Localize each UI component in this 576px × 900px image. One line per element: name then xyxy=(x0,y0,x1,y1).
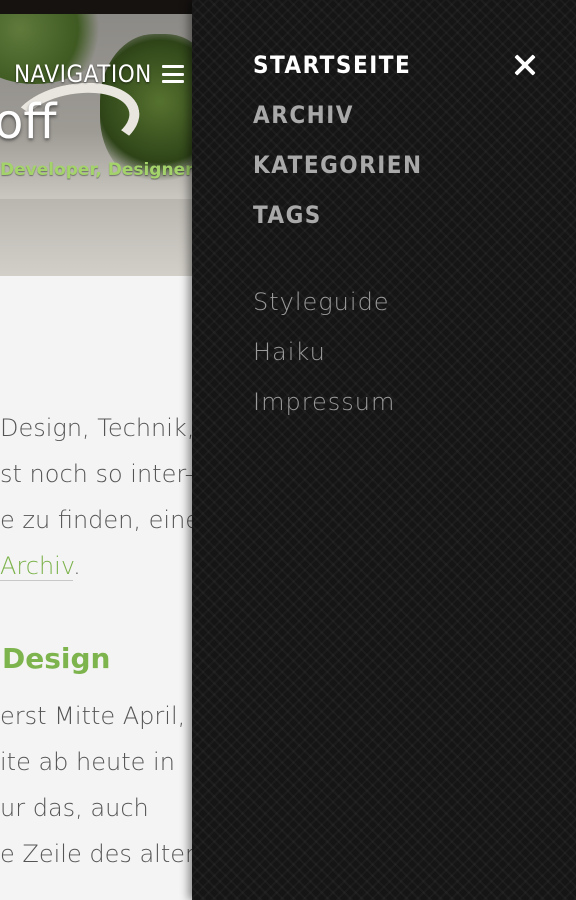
close-icon[interactable] xyxy=(514,54,536,76)
paragraph-line: e zu finden, eine xyxy=(0,506,192,534)
nav-item-impressum[interactable]: Impressum xyxy=(253,386,395,436)
top-bar xyxy=(0,0,192,14)
navigation-toggle[interactable]: NAVIGATION xyxy=(14,60,184,88)
paragraph-line: ur das, auch xyxy=(0,794,149,822)
secondary-nav: Styleguide Haiku Impressum xyxy=(253,286,395,436)
nav-item-haiku[interactable]: Haiku xyxy=(253,336,395,386)
nav-item-archiv[interactable]: ARCHIV xyxy=(253,100,423,150)
paragraph-line: st noch so inter- xyxy=(0,460,192,488)
hamburger-icon xyxy=(161,65,184,83)
header-image: NAVIGATION off Developer, Designer xyxy=(0,14,192,276)
main-content: Design, Technik, st noch so inter- e zu … xyxy=(0,276,192,900)
page-behind-drawer: NAVIGATION off Developer, Designer Desig… xyxy=(0,0,192,900)
navigation-drawer: STARTSEITE ARCHIV KATEGORIEN TAGS Styleg… xyxy=(192,0,576,900)
navigation-label: NAVIGATION xyxy=(14,60,152,88)
nav-item-kategorien[interactable]: KATEGORIEN xyxy=(253,150,423,200)
nav-item-startseite[interactable]: STARTSEITE xyxy=(253,50,423,100)
post-heading[interactable]: Design xyxy=(2,642,110,675)
paragraph-line: e Zeile des alten xyxy=(0,840,192,868)
archive-link[interactable]: Archiv xyxy=(0,552,74,581)
site-tagline: Developer, Designer xyxy=(0,160,192,180)
nav-item-tags[interactable]: TAGS xyxy=(253,200,423,250)
paragraph-line: Design, Technik, xyxy=(0,414,192,442)
paragraph-line: ite ab heute in xyxy=(0,748,175,776)
paragraph-line: erst Mitte April, xyxy=(0,702,186,730)
primary-nav: STARTSEITE ARCHIV KATEGORIEN TAGS xyxy=(253,50,423,250)
site-title[interactable]: off xyxy=(0,94,56,150)
nav-item-styleguide[interactable]: Styleguide xyxy=(253,286,395,336)
paragraph-line: Archiv. xyxy=(0,552,81,581)
